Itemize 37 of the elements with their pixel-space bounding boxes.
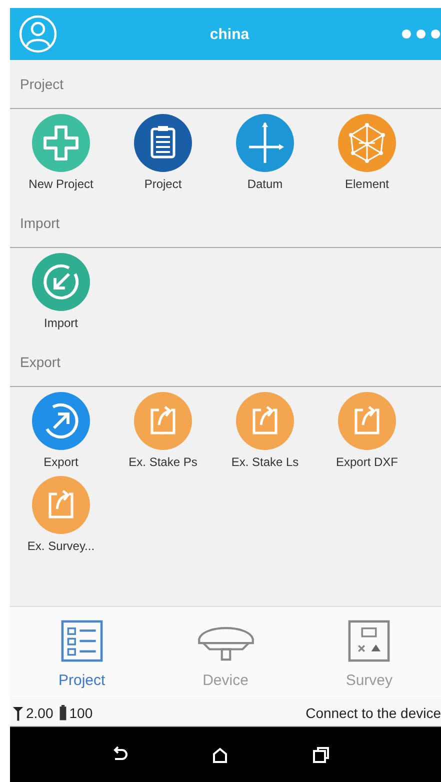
signal-value: 2.00 <box>26 704 54 720</box>
battery-icon <box>59 704 68 722</box>
section-title: Project <box>20 76 64 92</box>
user-icon[interactable] <box>18 14 58 54</box>
file-export-icon[interactable] <box>337 391 397 451</box>
import-icon[interactable] <box>31 252 91 312</box>
checklist-icon <box>58 618 105 664</box>
export-icon[interactable] <box>31 391 91 451</box>
network-icon[interactable] <box>337 113 397 173</box>
item-label: New Project <box>28 177 94 191</box>
plus-icon[interactable] <box>31 113 91 173</box>
item-label: Datum <box>247 177 283 191</box>
file-export-icon[interactable] <box>235 391 295 451</box>
section-title: Export <box>20 354 60 370</box>
clipboard-icon[interactable] <box>133 113 193 173</box>
survey-icon <box>346 618 392 664</box>
status-message: Connect to the device <box>306 704 441 720</box>
recents-icon[interactable] <box>310 744 331 764</box>
section-title: Import <box>20 215 60 231</box>
item-label: Ex. Survey... <box>27 539 95 553</box>
axes-icon[interactable] <box>235 113 295 173</box>
antenna-icon <box>12 704 24 720</box>
file-export-icon[interactable] <box>31 475 91 535</box>
item-label: Project <box>144 177 182 191</box>
nav-tab[interactable]: Survey <box>297 607 441 699</box>
item-label: Export <box>44 455 78 469</box>
battery-value: 100 <box>69 704 93 720</box>
more-icon[interactable] <box>401 28 441 40</box>
item-label: Ex. Stake Ls <box>231 455 299 469</box>
item-label: Element <box>344 177 390 191</box>
item-label: Export DXF <box>336 455 398 469</box>
item-label: Ex. Stake Ps <box>128 455 198 469</box>
item-label: Import <box>44 316 78 330</box>
nav-tab[interactable]: Project <box>10 607 154 699</box>
file-export-icon[interactable] <box>133 391 193 451</box>
nav-tab[interactable]: Device <box>154 607 298 699</box>
header-title: china <box>210 26 250 42</box>
